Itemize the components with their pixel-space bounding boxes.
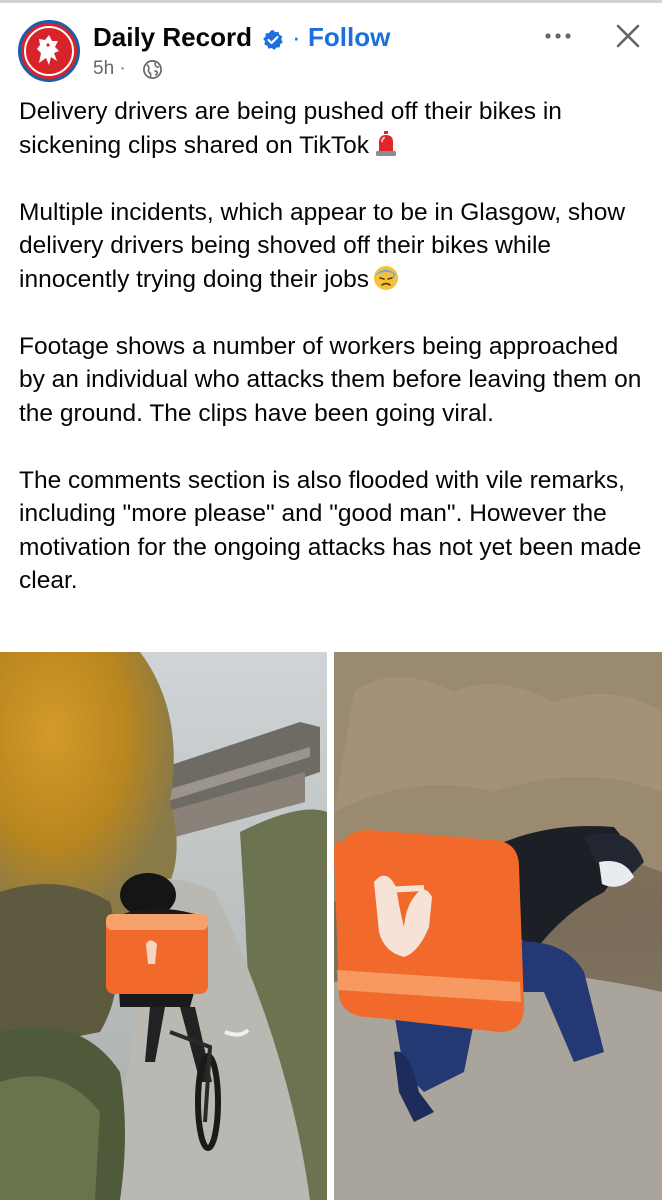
close-icon[interactable] [614,22,642,50]
avatar[interactable] [18,20,80,82]
post-paragraph-1: Delivery drivers are being pushed off th… [19,95,649,162]
post-screen: Daily Record · Follow 5h · Delivery driv… [0,0,662,1200]
page-name-link[interactable]: Daily Record [93,22,252,53]
post-timestamp[interactable]: 5h · [93,58,126,80]
paragraph-text: Delivery drivers are being pushed off th… [19,98,562,159]
verified-badge-icon [263,30,283,50]
globe-icon [143,60,162,79]
police-light-emoji [375,130,396,156]
post-paragraph-3: Footage shows a number of workers being … [19,332,642,427]
rider-falling-photo[interactable] [334,652,662,1200]
follow-button[interactable]: Follow [308,22,390,53]
paragraph-text: Multiple incidents, which appear to be i… [19,198,626,293]
post-media [0,652,662,1200]
post-text: Delivery drivers are being pushed off th… [19,95,649,598]
more-horizontal-icon[interactable] [540,24,576,48]
post-header: Daily Record · Follow 5h · [0,0,662,96]
post-paragraph-2: Multiple incidents, which appear to be i… [19,196,649,297]
lion-logo-icon [37,35,59,65]
post-paragraph-4: The comments section is also flooded wit… [19,466,642,595]
rider-on-path-photo[interactable] [0,652,327,1200]
header-separator: · [292,22,301,52]
sad-sweat-emoji [374,265,399,290]
photo-left-drawing [0,652,327,1200]
photo-right-drawing [334,652,662,1200]
